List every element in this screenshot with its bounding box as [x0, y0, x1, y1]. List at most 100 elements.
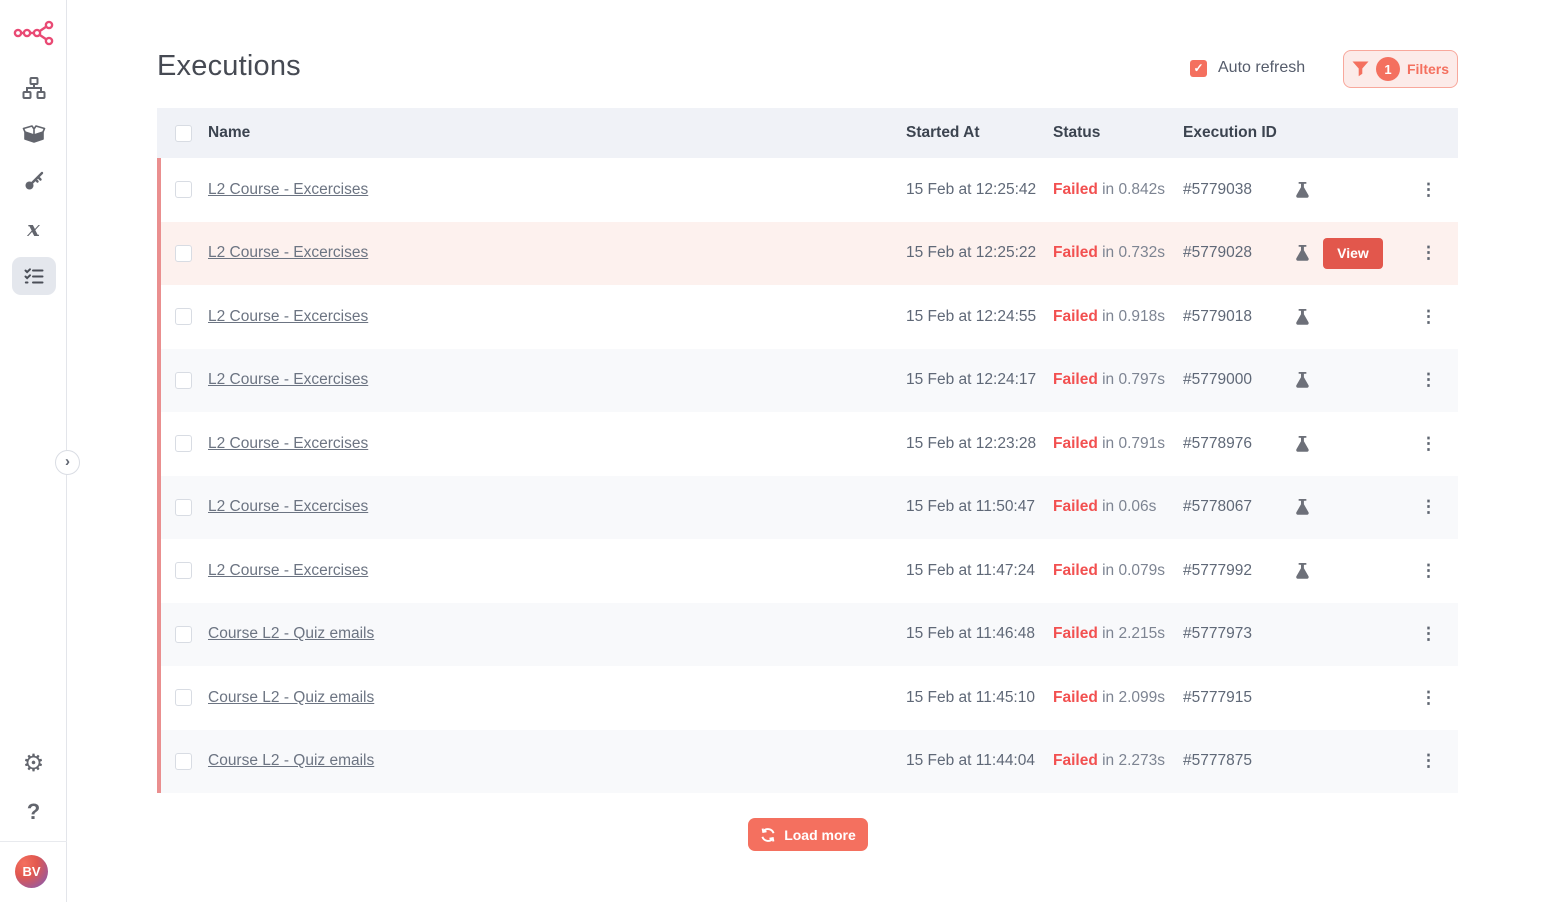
execution-name-link[interactable]: Course L2 - Quiz emails — [208, 689, 374, 706]
check-icon: ✓ — [1193, 61, 1203, 75]
avatar[interactable]: BV — [15, 855, 48, 888]
filters-label: Filters — [1407, 61, 1449, 77]
table-row[interactable]: L2 Course - Excercises 15 Feb at 12:25:4… — [157, 158, 1458, 222]
row-checkbox[interactable] — [175, 562, 192, 579]
row-menu-button[interactable]: ⋮ — [1399, 751, 1458, 771]
page-title: Executions — [157, 50, 301, 83]
sidebar-item-help[interactable]: ? — [0, 796, 67, 828]
row-checkbox[interactable] — [175, 689, 192, 706]
table-row[interactable]: Course L2 - Quiz emails 15 Feb at 11:45:… — [157, 666, 1458, 730]
row-checkbox[interactable] — [175, 245, 192, 262]
sidebar-item-credentials[interactable] — [0, 165, 67, 197]
refresh-icon — [760, 827, 776, 843]
select-all-checkbox[interactable] — [175, 125, 192, 142]
row-menu-button[interactable]: ⋮ — [1399, 180, 1458, 200]
flask-icon — [1294, 435, 1311, 453]
table-row[interactable]: L2 Course - Excercises 15 Feb at 11:47:2… — [157, 539, 1458, 603]
row-menu-button[interactable]: ⋮ — [1399, 624, 1458, 644]
execution-name-link[interactable]: L2 Course - Excercises — [208, 562, 368, 579]
load-more-button[interactable]: Load more — [748, 818, 868, 851]
flask-icon — [1294, 562, 1311, 580]
row-menu-button[interactable]: ⋮ — [1399, 688, 1458, 708]
status-duration-text: in 0.06s — [1102, 498, 1156, 515]
status-duration-text: in 0.732s — [1102, 244, 1165, 261]
row-checkbox[interactable] — [175, 753, 192, 770]
n8n-logo[interactable] — [0, 14, 67, 52]
execution-name-link[interactable]: Course L2 - Quiz emails — [208, 752, 374, 769]
started-at-value: 15 Feb at 11:45:10 — [906, 689, 1053, 707]
sidebar-item-settings[interactable]: ⚙ — [0, 748, 67, 780]
status-value: Failed in 0.079s — [1053, 562, 1183, 580]
row-menu-button[interactable]: ⋮ — [1399, 243, 1458, 263]
started-at-value: 15 Feb at 12:24:17 — [906, 371, 1053, 389]
executions-page: x ⚙ ? BV › Executions — [0, 0, 1545, 902]
row-checkbox[interactable] — [175, 626, 192, 643]
sidebar-item-workflows[interactable] — [0, 72, 67, 104]
variables-x-glyph: x — [27, 216, 40, 241]
row-checkbox[interactable] — [175, 499, 192, 516]
status-failed-text: Failed — [1053, 625, 1098, 642]
table-row[interactable]: L2 Course - Excercises 15 Feb at 11:50:4… — [157, 476, 1458, 540]
funnel-icon — [1352, 61, 1369, 77]
sidebar-expand-button[interactable]: › — [55, 450, 80, 475]
row-checkbox[interactable] — [175, 372, 192, 389]
table-row[interactable]: Course L2 - Quiz emails 15 Feb at 11:46:… — [157, 603, 1458, 667]
filters-button[interactable]: 1 Filters — [1343, 50, 1458, 88]
sidebar-item-templates[interactable] — [0, 118, 67, 150]
table-row[interactable]: L2 Course - Excercises 15 Feb at 12:23:2… — [157, 412, 1458, 476]
status-value: Failed in 0.791s — [1053, 435, 1183, 453]
execution-id-value: #5777992 — [1183, 562, 1281, 580]
column-header-name: Name — [208, 124, 906, 142]
table-row[interactable]: L2 Course - Excercises 15 Feb at 12:25:2… — [157, 222, 1458, 286]
execution-name-link[interactable]: L2 Course - Excercises — [208, 498, 368, 515]
flask-icon — [1294, 244, 1311, 262]
status-value: Failed in 2.215s — [1053, 625, 1183, 643]
flask-icon — [1294, 498, 1311, 516]
started-at-value: 15 Feb at 12:25:22 — [906, 244, 1053, 262]
status-duration-text: in 0.079s — [1102, 562, 1165, 579]
execution-id-value: #5778976 — [1183, 435, 1281, 453]
table-row[interactable]: L2 Course - Excercises 15 Feb at 12:24:1… — [157, 349, 1458, 413]
status-duration-text: in 0.918s — [1102, 308, 1165, 325]
flask-icon — [1294, 371, 1311, 389]
sidebar-item-variables[interactable]: x — [0, 212, 67, 244]
auto-refresh-label: Auto refresh — [1218, 59, 1305, 77]
execution-name-link[interactable]: L2 Course - Excercises — [208, 181, 368, 198]
auto-refresh-toggle[interactable]: ✓ Auto refresh — [1190, 59, 1305, 77]
sidebar-divider — [0, 841, 67, 842]
started-at-value: 15 Feb at 12:25:42 — [906, 181, 1053, 199]
sidebar-item-executions[interactable] — [0, 256, 67, 296]
row-checkbox[interactable] — [175, 181, 192, 198]
column-header-execution-id: Execution ID — [1183, 124, 1281, 142]
row-checkbox[interactable] — [175, 308, 192, 325]
status-failed-text: Failed — [1053, 498, 1098, 515]
view-button[interactable]: View — [1323, 238, 1383, 269]
row-menu-button[interactable]: ⋮ — [1399, 307, 1458, 327]
execution-name-link[interactable]: L2 Course - Excercises — [208, 244, 368, 261]
row-menu-button[interactable]: ⋮ — [1399, 434, 1458, 454]
execution-id-value: #5779000 — [1183, 371, 1281, 389]
status-value: Failed in 0.06s — [1053, 498, 1183, 516]
row-menu-button[interactable]: ⋮ — [1399, 561, 1458, 581]
execution-id-value: #5777915 — [1183, 689, 1281, 707]
execution-id-value: #5779018 — [1183, 308, 1281, 326]
execution-name-link[interactable]: L2 Course - Excercises — [208, 371, 368, 388]
column-header-started-at: Started At — [906, 124, 1053, 142]
auto-refresh-checkbox[interactable]: ✓ — [1190, 60, 1207, 77]
execution-name-link[interactable]: Course L2 - Quiz emails — [208, 625, 374, 642]
status-failed-text: Failed — [1053, 308, 1098, 325]
row-checkbox[interactable] — [175, 435, 192, 452]
row-menu-button[interactable]: ⋮ — [1399, 497, 1458, 517]
table-body: L2 Course - Excercises 15 Feb at 12:25:4… — [157, 158, 1458, 793]
table-row[interactable]: Course L2 - Quiz emails 15 Feb at 11:44:… — [157, 730, 1458, 794]
execution-name-link[interactable]: L2 Course - Excercises — [208, 308, 368, 325]
execution-id-value: #5777973 — [1183, 625, 1281, 643]
status-duration-text: in 0.791s — [1102, 435, 1165, 452]
table-row[interactable]: L2 Course - Excercises 15 Feb at 12:24:5… — [157, 285, 1458, 349]
chevron-right-icon: › — [65, 453, 70, 470]
filters-count-badge: 1 — [1376, 57, 1400, 81]
row-menu-button[interactable]: ⋮ — [1399, 370, 1458, 390]
execution-name-link[interactable]: L2 Course - Excercises — [208, 435, 368, 452]
execution-id-value: #5777875 — [1183, 752, 1281, 770]
status-failed-text: Failed — [1053, 752, 1098, 769]
